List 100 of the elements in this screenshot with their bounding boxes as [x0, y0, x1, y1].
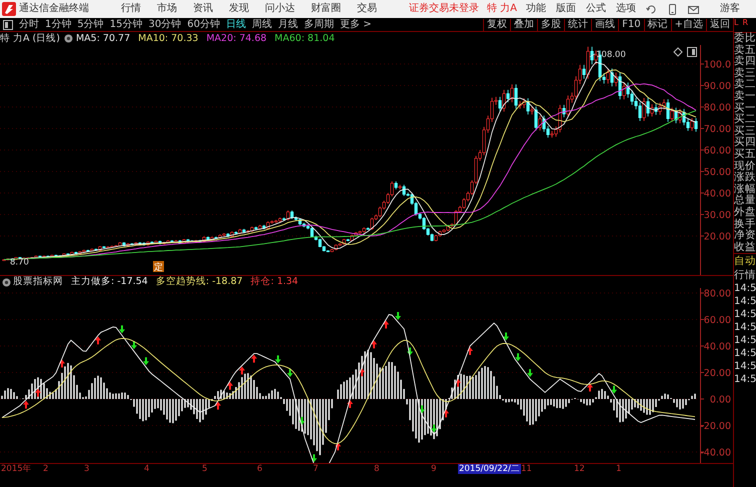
quote-field-label: 买二	[734, 114, 756, 126]
refresh-icon[interactable]	[646, 4, 657, 14]
phone-icon[interactable]	[667, 4, 678, 14]
menu-item[interactable]: 行情	[113, 3, 149, 15]
corner-label[interactable]: L	[734, 18, 738, 28]
ma-value: MA5: 70.77	[76, 32, 130, 44]
trade-time: 14:5	[734, 321, 756, 334]
axis-label: 40.00	[704, 342, 731, 352]
corner-label[interactable]: R	[742, 18, 748, 28]
app-title: 通达信金融终端	[19, 3, 89, 15]
diamond-icon[interactable]	[673, 47, 683, 57]
indicator-value: 多空趋势线: -18.87	[156, 276, 243, 288]
quote-field-label: 涨跌	[734, 172, 756, 184]
toolbar-button[interactable]: 复权	[483, 18, 510, 30]
quote-field-label: 买四	[734, 137, 756, 148]
axis-label: 30.00	[704, 210, 731, 221]
date-label: 2015年	[0, 464, 33, 474]
quote-field-label: 买五	[734, 148, 756, 160]
period-tab[interactable]: 60分钟	[184, 18, 223, 30]
trade-time: 14:5	[734, 360, 756, 374]
menu-item[interactable]: 资讯	[185, 3, 221, 15]
axis-label: 60.00	[704, 315, 731, 326]
price-marker: 8.70	[10, 257, 29, 268]
quote-field-label: 现价	[734, 160, 756, 172]
stock-title: 特 力A (日线)	[0, 32, 60, 44]
quote-field-label: 净资	[734, 230, 756, 242]
date-label: 9	[430, 464, 438, 474]
quote-field-label: 买一	[734, 102, 756, 114]
quote-field-label: 卖五	[734, 44, 756, 56]
toolbar-button[interactable]: 画线	[591, 18, 618, 30]
user-name[interactable]: 游客	[720, 3, 740, 15]
axis-label: 50.00	[704, 167, 731, 178]
event-flag[interactable]: 定	[153, 261, 164, 273]
toolbar-button[interactable]: 叠加	[510, 18, 538, 30]
period-tab[interactable]: 1分钟	[42, 18, 74, 30]
toolbar-button[interactable]: F10	[618, 18, 644, 30]
axis-label: -40.00	[700, 448, 731, 458]
trade-time: 14:5	[734, 334, 756, 348]
period-tab[interactable]: 5分钟	[74, 18, 107, 30]
period-tab[interactable]: 更多 >	[336, 18, 375, 30]
menu-item[interactable]: 发现	[221, 3, 257, 15]
toolbar-button[interactable]: 返回	[706, 18, 733, 30]
menu-item[interactable]: 市场	[149, 3, 185, 15]
menu-item[interactable]: 问小达	[257, 3, 303, 15]
indicator-value: 持仓: 1.34	[250, 276, 298, 288]
menu-item[interactable]: 选项	[611, 3, 641, 15]
trade-time: 14:5	[734, 347, 756, 360]
ma-value: MA20: 74.68	[206, 32, 267, 44]
axis-label: -20.00	[700, 421, 731, 432]
date-label: 8	[373, 464, 380, 474]
toolbar-button[interactable]: 多股	[537, 18, 564, 30]
toolbar-button[interactable]: 标记	[644, 18, 671, 30]
trade-time: 14:5	[734, 308, 756, 322]
date-label: 7	[312, 464, 320, 474]
mail-icon[interactable]	[688, 4, 699, 14]
period-tab[interactable]: 月线	[274, 18, 301, 30]
toolbar-button[interactable]: +自选	[670, 18, 706, 30]
mode-label[interactable]: 自动	[734, 254, 756, 268]
date-label: 11	[520, 464, 533, 474]
period-tab[interactable]: 周线	[248, 18, 275, 30]
axis-label: 0.00	[710, 394, 731, 406]
panel-toggle-icon[interactable]	[687, 47, 697, 57]
trade-time: 14:5	[734, 282, 756, 296]
period-tab[interactable]: 日线	[222, 18, 249, 30]
quote-field-label: 卖二	[734, 79, 756, 90]
menu-item[interactable]: 财富圈	[303, 3, 349, 15]
date-label: 2	[42, 464, 50, 474]
toolbar-button[interactable]: 统计	[564, 18, 592, 30]
panel-toggle-icon[interactable]	[3, 20, 13, 30]
menu-item[interactable]: 功能	[521, 3, 551, 15]
ticker-label: 行情	[734, 268, 756, 282]
quote-field-label: 涨幅	[734, 184, 756, 195]
indicator-name[interactable]: 股票指标网	[13, 276, 63, 288]
quote-field-label: 收益	[734, 242, 756, 254]
date-label: 3	[83, 464, 90, 474]
quote-field-label: 卖一	[734, 90, 756, 102]
quote-field-label: 外盘	[734, 206, 756, 218]
axis-label: 100.0	[704, 60, 731, 70]
quote-field-label: 换手	[734, 218, 756, 230]
logo-icon	[2, 2, 16, 16]
menu-item[interactable]: 版面	[551, 3, 581, 15]
period-tab[interactable]: 30分钟	[145, 18, 184, 30]
gear-icon[interactable]	[2, 278, 11, 286]
ma-value: MA10: 70.33	[138, 32, 198, 44]
quote-field-label: 卖三	[734, 68, 756, 79]
date-label: 2015/09/22/二	[458, 464, 521, 474]
gear-icon[interactable]	[64, 34, 73, 43]
indicator-value: 主力做多: -17.54	[71, 276, 148, 288]
axis-label: 80.00	[704, 288, 731, 300]
quote-field-label: 委比	[734, 33, 756, 44]
menu-item[interactable]: 公式	[581, 3, 611, 15]
ma-value: MA60: 81.04	[274, 32, 335, 44]
axis-label: 80.00	[704, 102, 731, 114]
menu-item[interactable]: 交易	[349, 3, 385, 15]
date-label: 5	[201, 464, 208, 474]
period-tab[interactable]: 15分钟	[106, 18, 146, 30]
period-tab[interactable]: 分时	[16, 18, 42, 30]
login-status[interactable]: 证券交易未登录	[409, 3, 479, 15]
trade-time: 14:5	[734, 295, 756, 308]
period-tab[interactable]: 多周期	[300, 18, 337, 30]
